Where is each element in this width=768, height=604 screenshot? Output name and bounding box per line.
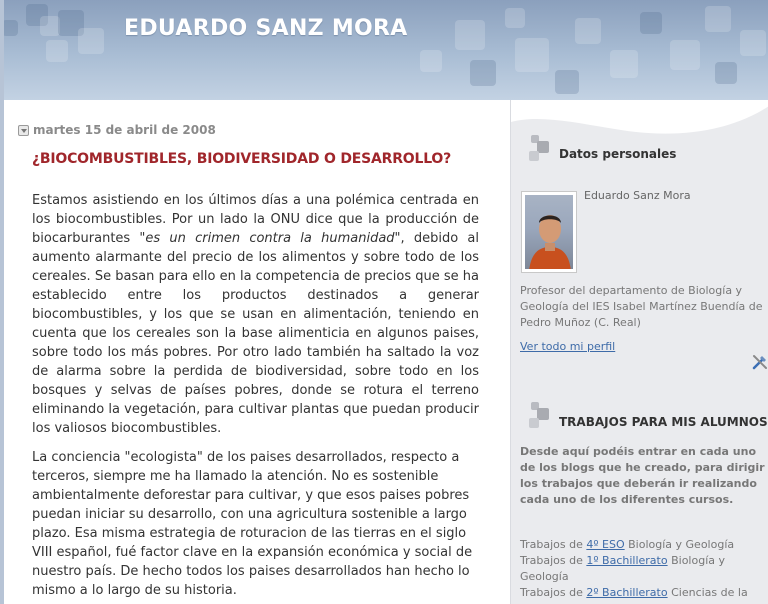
view-full-profile-link[interactable]: Ver todo mi perfil [520,340,615,353]
post-paragraph-2: La conciencia "ecologista" de los paises… [32,450,473,598]
profile-heading: Datos personales [559,147,677,161]
post-paragraph-1: Estamos asistiendo en los últimos días a… [32,193,479,436]
trabajos-link-2-bachillerato[interactable]: 2º Bachillerato [586,586,667,599]
main-content: martes 15 de abril de 2008 ¿BIOCOMBUSTIB… [4,100,510,604]
trabajos-list: Trabajos de 4º ESO Biología y Geología T… [520,537,767,604]
trabajos-item: Trabajos de 4º ESO Biología y Geología [520,538,735,551]
trabajos-heading: TRABAJOS PARA MIS ALUMNOS [559,415,768,429]
edit-tools-icon[interactable] [751,353,768,371]
post-date: martes 15 de abril de 2008 [33,123,216,137]
profile-name: Eduardo Sanz Mora [584,189,691,202]
sidebar-wave-decoration [511,100,768,134]
post-title[interactable]: ¿BIOCOMBUSTIBLES, BIODIVERSIDAD O DESARR… [32,151,451,167]
blog-header: EDUARDO SANZ MORA [0,0,768,100]
sidebar: Datos personales Eduardo Sanz Mora Profe… [510,100,768,604]
trabajos-item: Trabajos de 2º Bachillerato Ciencias de … [520,586,748,604]
trabajos-widget-icon [527,402,551,430]
trabajos-link-1-bachillerato[interactable]: 1º Bachillerato [586,554,667,567]
blog-title[interactable]: EDUARDO SANZ MORA [124,16,408,41]
trabajos-link-4-eso[interactable]: 4º ESO [586,538,624,551]
trabajos-intro: Desde aquí podéis entrar en cada uno de … [520,445,765,506]
profile-description: Profesor del departamento de Biología y … [520,284,763,329]
date-arrow-icon [18,124,29,136]
post-body: Estamos asistiendo en los últimos días a… [32,191,479,604]
trabajos-item: Trabajos de 1º Bachillerato Biología y G… [520,554,725,583]
profile-photo[interactable] [521,191,577,273]
post-date-row: martes 15 de abril de 2008 [18,123,216,137]
profile-widget-icon [527,135,551,163]
